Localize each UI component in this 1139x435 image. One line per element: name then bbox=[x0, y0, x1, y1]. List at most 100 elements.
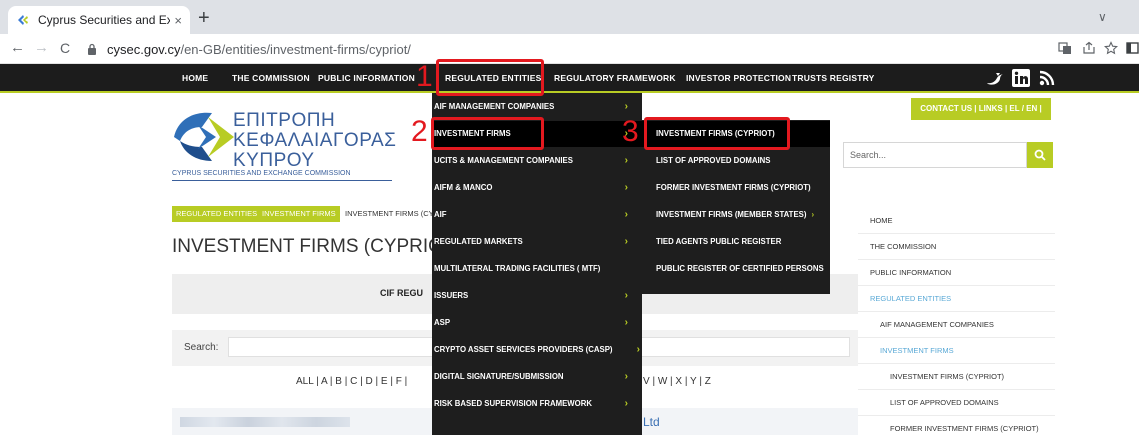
menu-label: UCITS & MANAGEMENT COMPANIES bbox=[434, 156, 573, 165]
menu-aif[interactable]: AIF › bbox=[432, 202, 642, 228]
menu-risk-based-supervision[interactable]: RISK BASED SUPERVISION FRAMEWORK › bbox=[432, 391, 642, 417]
table-search-label: Search: bbox=[184, 342, 219, 353]
twitter-icon[interactable] bbox=[985, 69, 1005, 87]
chevron-right-icon: › bbox=[624, 155, 628, 166]
chevron-right-icon: › bbox=[624, 290, 628, 301]
chevron-right-icon: › bbox=[624, 236, 628, 247]
menu-digital-signature[interactable]: DIGITAL SIGNATURE/SUBMISSION › bbox=[432, 364, 642, 390]
rss-icon[interactable] bbox=[1038, 69, 1056, 87]
sidebar-item-investment-firms-cypriot[interactable]: INVESTMENT FIRMS (CYPRIOT) bbox=[858, 364, 1055, 390]
submenu-label: INVESTMENT FIRMS (MEMBER STATES) bbox=[656, 210, 807, 219]
sidebar-item-investment-firms[interactable]: INVESTMENT FIRMS bbox=[858, 338, 1055, 364]
breadcrumb-investment-firms[interactable]: INVESTMENT FIRMS bbox=[258, 206, 340, 222]
logo-subtitle: CYPRUS SECURITIES AND EXCHANGE COMMISSIO… bbox=[172, 170, 351, 177]
browser-tabbar: Cyprus Securities and Exchang × + ∨ bbox=[0, 0, 1139, 34]
nav-regulatory-framework[interactable]: REGULATORY FRAMEWORK bbox=[554, 64, 676, 93]
submenu-label: PUBLIC REGISTER OF CERTIFIED PERSONS bbox=[656, 264, 824, 273]
nav-trusts-registry[interactable]: TRUSTS REGISTRY bbox=[792, 64, 875, 93]
logo-line-3: ΚΥΠΡΟΥ bbox=[233, 150, 315, 171]
annotation-box-2 bbox=[431, 117, 544, 150]
cif-register-label: CIF REGU bbox=[380, 288, 424, 298]
chevron-right-icon: › bbox=[624, 182, 628, 193]
firm-name-link[interactable]: Ltd bbox=[643, 415, 660, 429]
menu-label: AIF MANAGEMENT COMPANIES bbox=[434, 102, 555, 111]
submenu-list-of-approved-domains[interactable]: LIST OF APPROVED DOMAINS bbox=[642, 148, 830, 174]
submenu-investment-firms-member-states[interactable]: INVESTMENT FIRMS (MEMBER STATES) › bbox=[642, 202, 830, 228]
nav-the-commission[interactable]: THE COMMISSION bbox=[232, 64, 310, 93]
sidebar-item-public-information[interactable]: PUBLIC INFORMATION bbox=[858, 260, 1055, 286]
sidebar-item-home[interactable]: HOME bbox=[858, 208, 1055, 234]
url-text: cysec.gov.cy/en-GB/entities/investment-f… bbox=[107, 42, 411, 57]
menu-label: ASP bbox=[434, 318, 451, 327]
annotation-number-2: 2 bbox=[411, 115, 428, 148]
menu-ucits-management-companies[interactable]: UCITS & MANAGEMENT COMPANIES › bbox=[432, 148, 642, 174]
sidebar-item-former-investment-firms[interactable]: FORMER INVESTMENT FIRMS (CYPRIOT) bbox=[858, 416, 1055, 435]
contact-links-bar[interactable]: CONTACT US | LINKS | EL / EN | bbox=[911, 98, 1051, 120]
forward-button[interactable]: → bbox=[34, 40, 49, 56]
sidebar-item-regulated-entities[interactable]: REGULATED ENTITIES bbox=[858, 286, 1055, 312]
tab-title: Cyprus Securities and Exchang bbox=[38, 13, 171, 27]
new-tab-button[interactable]: + bbox=[198, 8, 210, 28]
menu-label: ISSUERS bbox=[434, 291, 469, 300]
back-button[interactable]: ← bbox=[10, 40, 25, 56]
nav-home[interactable]: HOME bbox=[182, 64, 208, 93]
menu-aifm-manco[interactable]: AIFM & MANCO › bbox=[432, 175, 642, 201]
menu-label: AIFM & MANCO bbox=[434, 183, 493, 192]
tab-close-icon[interactable]: × bbox=[174, 13, 182, 28]
annotation-box-3 bbox=[644, 117, 790, 150]
submenu-certified-persons-register[interactable]: PUBLIC REGISTER OF CERTIFIED PERSONS bbox=[642, 256, 830, 282]
breadcrumb-regulated-entities[interactable]: REGULATED ENTITIES bbox=[172, 206, 262, 222]
share-icon[interactable] bbox=[1082, 41, 1096, 55]
browser-tab[interactable]: Cyprus Securities and Exchang × bbox=[8, 6, 190, 34]
blurred-firm-name bbox=[180, 417, 350, 427]
cysec-logo-icon bbox=[174, 112, 234, 161]
menu-regulated-markets[interactable]: REGULATED MARKETS › bbox=[432, 229, 642, 255]
logo-line-2: ΚΕΦΑΛΑΙΑΓΟΡΑΣ bbox=[233, 130, 397, 151]
menu-casp[interactable]: CRYPTO ASSET SERVICES PROVIDERS (CASP) › bbox=[432, 337, 642, 363]
menu-label: AIF bbox=[434, 210, 447, 219]
site-search-input[interactable]: Search... bbox=[843, 142, 1027, 168]
submenu-former-investment-firms[interactable]: FORMER INVESTMENT FIRMS (CYPRIOT) bbox=[642, 175, 830, 201]
menu-mtf[interactable]: MULTILATERAL TRADING FACILITIES ( MTF) bbox=[432, 256, 642, 282]
sidebar-item-list-of-approved-domains[interactable]: LIST OF APPROVED DOMAINS bbox=[858, 390, 1055, 416]
nav-public-information[interactable]: PUBLIC INFORMATION bbox=[318, 64, 415, 93]
menu-asp[interactable]: ASP › bbox=[432, 310, 642, 336]
logo-divider bbox=[172, 180, 392, 181]
menu-issuers[interactable]: ISSUERS › bbox=[432, 283, 642, 309]
url-bar[interactable]: cysec.gov.cy/en-GB/entities/investment-f… bbox=[87, 38, 1067, 60]
sidebar-item-aif-management-companies[interactable]: AIF MANAGEMENT COMPANIES bbox=[858, 312, 1055, 338]
menu-label: RISK BASED SUPERVISION FRAMEWORK bbox=[434, 399, 592, 408]
chevron-right-icon: › bbox=[624, 317, 628, 328]
search-icon bbox=[1034, 149, 1046, 161]
chevron-right-icon: › bbox=[624, 398, 628, 409]
reload-button[interactable]: C bbox=[60, 40, 70, 56]
sidebar-icon[interactable] bbox=[1126, 41, 1139, 55]
annotation-box-1 bbox=[436, 59, 544, 96]
url-path: /en-GB/entities/investment-firms/cypriot… bbox=[180, 41, 411, 57]
alphabet-filter-right[interactable]: V | W | X | Y | Z bbox=[643, 376, 711, 387]
site-search-button[interactable] bbox=[1027, 142, 1053, 168]
submenu-tied-agents-register[interactable]: TIED AGENTS PUBLIC REGISTER bbox=[642, 229, 830, 255]
menu-label: MULTILATERAL TRADING FACILITIES ( MTF) bbox=[434, 264, 601, 273]
address-bar: ← → C cysec.gov.cy/en-GB/entities/invest… bbox=[0, 34, 1139, 64]
alphabet-filter-left[interactable]: ALL | A | B | C | D | E | F | bbox=[296, 376, 407, 387]
lock-icon bbox=[88, 43, 96, 55]
translate-icon[interactable] bbox=[1058, 41, 1072, 55]
linkedin-icon[interactable] bbox=[1012, 69, 1030, 87]
chevron-right-icon: › bbox=[636, 344, 640, 355]
tab-search-chevron-icon[interactable]: ∨ bbox=[1098, 10, 1107, 24]
annotation-number-3: 3 bbox=[622, 115, 639, 148]
page-title: INVESTMENT FIRMS (CYPRIOT) bbox=[172, 236, 461, 257]
menu-label: CRYPTO ASSET SERVICES PROVIDERS (CASP) bbox=[434, 345, 613, 354]
chevron-right-icon: › bbox=[811, 210, 815, 219]
sidebar-item-the-commission[interactable]: THE COMMISSION bbox=[858, 234, 1055, 260]
site-nav-bar: HOME THE COMMISSION PUBLIC INFORMATION R… bbox=[0, 64, 1139, 93]
menu-label: REGULATED MARKETS bbox=[434, 237, 523, 246]
submenu-label: LIST OF APPROVED DOMAINS bbox=[656, 156, 771, 165]
logo-line-1: ΕΠΙΤΡΟΠΗ bbox=[233, 110, 336, 131]
breadcrumb-current: INVESTMENT FIRMS (CY bbox=[345, 209, 434, 218]
star-icon[interactable] bbox=[1104, 41, 1118, 55]
submenu-label: FORMER INVESTMENT FIRMS (CYPRIOT) bbox=[656, 183, 811, 192]
nav-investor-protection[interactable]: INVESTOR PROTECTION bbox=[686, 64, 791, 93]
annotation-number-1: 1 bbox=[416, 60, 433, 93]
